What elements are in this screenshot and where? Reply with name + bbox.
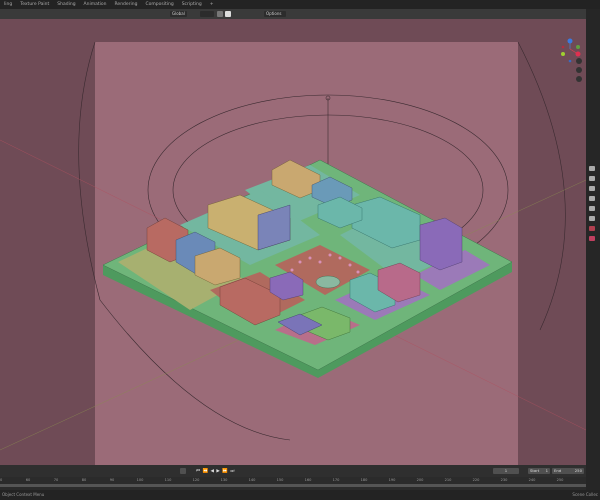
status-bar: Object Context Menu Scene Collec xyxy=(0,490,600,500)
tab-scripting[interactable]: Scripting xyxy=(178,2,206,7)
frame-tick: 80 xyxy=(81,478,87,482)
object-tab-icon[interactable] xyxy=(589,226,595,231)
frame-tick: 190 xyxy=(388,478,396,482)
navigation-gizmo[interactable] xyxy=(0,19,586,465)
timeline-scrollbar[interactable] xyxy=(0,484,586,487)
add-workspace-button[interactable]: + xyxy=(206,2,218,7)
snap-icon[interactable] xyxy=(200,11,214,17)
tab-compositing[interactable]: Compositing xyxy=(141,2,177,7)
status-hint: Object Context Menu xyxy=(2,492,45,497)
frame-tick: 150 xyxy=(276,478,284,482)
frame-tick: 90 xyxy=(109,478,115,482)
x-neg-axis-icon xyxy=(561,45,565,49)
zoom-icon xyxy=(576,58,582,64)
frame-tick: 170 xyxy=(332,478,340,482)
pan-hand-icon xyxy=(576,67,582,73)
modifier-tab-icon[interactable] xyxy=(589,236,595,241)
3d-viewport[interactable] xyxy=(0,19,586,465)
render-tab-icon[interactable] xyxy=(589,176,595,181)
frame-tick: 180 xyxy=(360,478,368,482)
y-neg-axis-icon xyxy=(576,45,580,49)
proportional-edit-icon[interactable] xyxy=(217,11,223,17)
frame-tick: 210 xyxy=(444,478,452,482)
transform-orientation-dropdown[interactable]: Global xyxy=(170,11,187,17)
timeline[interactable]: ⏮ ⏪ ◀ ▶ ⏩ ⏭ 1 Start 1 End 250 50 60 70 80 90… xyxy=(0,465,586,490)
end-value: 250 xyxy=(574,468,582,473)
status-collection: Scene Collec xyxy=(572,492,598,497)
tab-modeling[interactable]: ling xyxy=(0,2,16,7)
playback-buttons[interactable]: ⏮ ⏪ ◀ ▶ ⏩ ⏭ xyxy=(196,468,235,474)
y-axis-icon xyxy=(561,52,565,56)
z-neg-axis-icon xyxy=(568,59,572,63)
options-dropdown[interactable]: Options xyxy=(264,11,286,17)
frame-tick: 200 xyxy=(416,478,424,482)
frame-tick: 140 xyxy=(248,478,256,482)
properties-tab-strip xyxy=(586,9,600,491)
overlay-icon[interactable] xyxy=(225,11,231,17)
output-tab-icon[interactable] xyxy=(589,186,595,191)
start-label: Start xyxy=(530,468,540,473)
tab-rendering[interactable]: Rendering xyxy=(111,2,142,7)
frame-tick: 230 xyxy=(500,478,508,482)
frame-tick: 220 xyxy=(472,478,480,482)
view-layer-tab-icon[interactable] xyxy=(589,196,595,201)
frame-tick: 60 xyxy=(25,478,31,482)
tool-tab-icon[interactable] xyxy=(589,166,595,171)
z-axis-icon xyxy=(567,38,573,44)
end-label: End xyxy=(554,468,562,473)
frame-tick: 70 xyxy=(53,478,59,482)
playback-controls: ⏮ ⏪ ◀ ▶ ⏩ ⏭ 1 Start 1 End 250 xyxy=(0,465,586,477)
frame-tick: 130 xyxy=(220,478,228,482)
frame-tick: 100 xyxy=(136,478,144,482)
tab-texture-paint[interactable]: Texture Paint xyxy=(16,2,53,7)
frame-tick: 110 xyxy=(164,478,172,482)
tab-shading[interactable]: Shading xyxy=(53,2,79,7)
viewport-header: Global Options xyxy=(0,9,586,19)
camera-view-icon xyxy=(576,76,582,82)
x-axis-icon xyxy=(575,51,581,57)
workspace-tabs: ling Texture Paint Shading Animation Ren… xyxy=(0,0,600,9)
frame-tick: 50 xyxy=(0,478,3,482)
end-frame-field[interactable]: End 250 xyxy=(552,468,584,474)
options-label: Options xyxy=(266,11,282,16)
start-value: 1 xyxy=(545,468,548,473)
start-frame-field[interactable]: Start 1 xyxy=(528,468,550,474)
current-frame-field[interactable]: 1 xyxy=(493,468,519,474)
frame-tick: 250 xyxy=(556,478,564,482)
scene-tab-icon[interactable] xyxy=(589,206,595,211)
frame-tick: 120 xyxy=(192,478,200,482)
frame-tick: 160 xyxy=(304,478,312,482)
keyframe-icon[interactable] xyxy=(180,468,186,474)
world-tab-icon[interactable] xyxy=(589,216,595,221)
tab-animation[interactable]: Animation xyxy=(80,2,111,7)
frame-tick: 240 xyxy=(528,478,536,482)
